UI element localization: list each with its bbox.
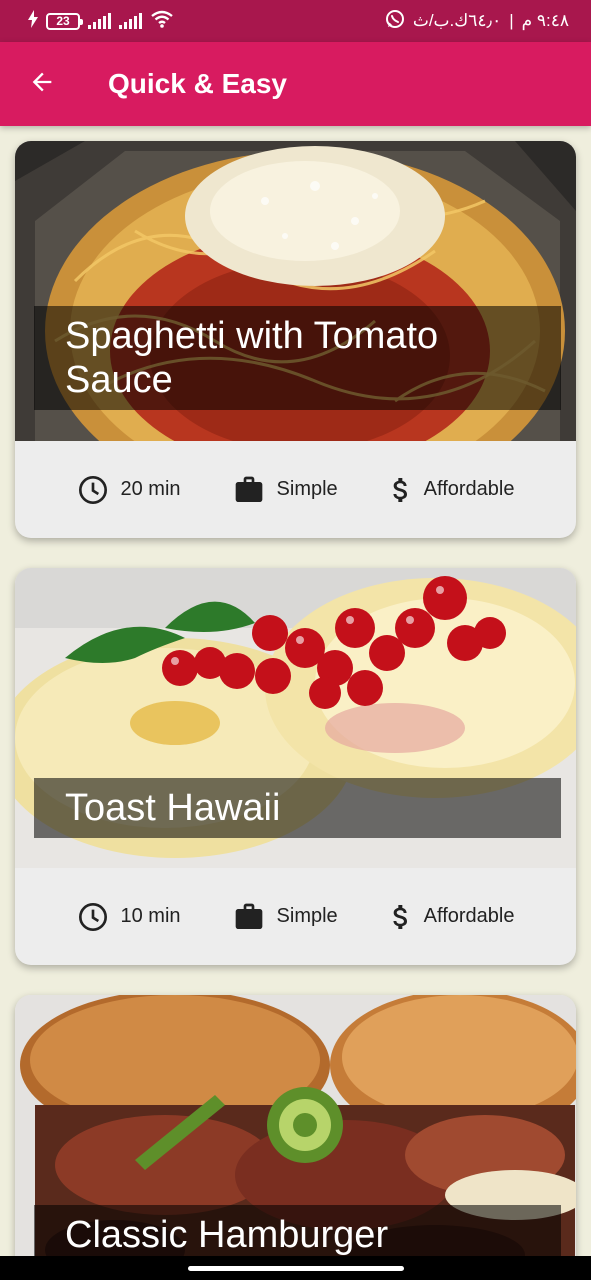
meal-image: Classic Hamburger [15, 995, 576, 1256]
battery-icon: 23 [46, 12, 83, 30]
dollar-icon [390, 474, 412, 506]
network-speed: ٦٤٫٠ك.ب/ث [412, 11, 502, 30]
clock-icon [77, 901, 109, 933]
page-title: Quick & Easy [108, 68, 287, 99]
whatsapp-icon [385, 9, 405, 34]
complexity-info: Simple [233, 901, 338, 933]
affordability-text: Affordable [423, 905, 515, 927]
status-separator: | [509, 11, 514, 30]
meal-info: 10 min Simple Affordable [15, 868, 576, 965]
meal-list[interactable]: Spaghetti with Tomato Sauce 20 min Simpl… [0, 126, 591, 1256]
system-nav-bar [0, 1256, 591, 1280]
complexity-text: Simple [276, 478, 338, 500]
wifi-icon [150, 10, 174, 33]
app-bar: Quick & Easy [0, 42, 591, 126]
complexity-info: Simple [233, 474, 338, 506]
clock-time: ٩:٤٨ م [521, 11, 569, 30]
charging-icon [28, 9, 38, 33]
duration-text: 10 min [120, 905, 181, 927]
home-indicator[interactable] [187, 1265, 404, 1271]
complexity-text: Simple [276, 905, 338, 927]
battery-level: 23 [56, 14, 70, 28]
briefcase-icon [233, 901, 265, 933]
meal-title: Toast Hawaii [34, 778, 561, 838]
back-button[interactable] [14, 56, 70, 112]
signal-icon [88, 13, 111, 29]
briefcase-icon [233, 474, 265, 506]
signal-icon [119, 13, 142, 29]
meal-title: Classic Hamburger [34, 1205, 561, 1256]
meal-title: Spaghetti with Tomato Sauce [34, 306, 561, 410]
duration-info: 10 min [77, 901, 181, 933]
meal-card[interactable]: Spaghetti with Tomato Sauce 20 min Simpl… [15, 141, 576, 538]
affordability-text: Affordable [423, 478, 515, 500]
clock-icon [77, 474, 109, 506]
status-left: 23 [28, 9, 174, 33]
dollar-icon [390, 901, 412, 933]
affordability-info: Affordable [390, 901, 515, 933]
affordability-info: Affordable [390, 474, 515, 506]
arrow-back-icon [28, 68, 56, 101]
meal-image: Toast Hawaii [15, 568, 576, 868]
status-bar: 23 ٦٤٫٠ك.ب/ث | ٩:٤٨ م [0, 0, 591, 42]
duration-text: 20 min [120, 478, 181, 500]
duration-info: 20 min [77, 474, 181, 506]
meal-info: 20 min Simple Affordable [15, 441, 576, 538]
meal-card[interactable]: Toast Hawaii 10 min Simple Affordable [15, 568, 576, 965]
status-right: ٦٤٫٠ك.ب/ث | ٩:٤٨ م [385, 9, 569, 34]
meal-image: Spaghetti with Tomato Sauce [15, 141, 576, 441]
meal-card[interactable]: Classic Hamburger [15, 995, 576, 1256]
